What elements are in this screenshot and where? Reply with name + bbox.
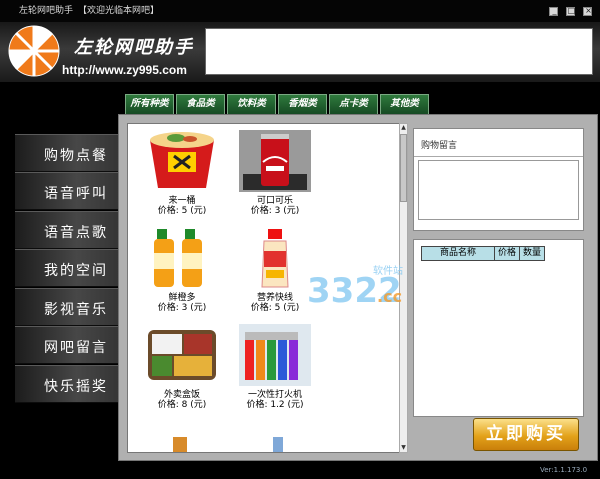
tab-cigarettes[interactable]: 香烟类: [278, 94, 327, 114]
maximize-icon[interactable]: □: [566, 6, 575, 16]
cart-col-qty: 数量: [519, 246, 545, 261]
close-icon[interactable]: ×: [583, 6, 592, 16]
nav-item-song-request[interactable]: 语音点歌: [15, 211, 118, 249]
scroll-down-icon[interactable]: ▼: [400, 444, 407, 452]
logo-icon: [8, 25, 60, 77]
tab-food[interactable]: 食品类: [176, 94, 225, 114]
cart-panel: 商品名称 价格 数量: [413, 239, 584, 417]
scroll-thumb[interactable]: [400, 134, 407, 202]
product-item[interactable]: 外卖盒饭 价格: 8 (元): [139, 324, 229, 422]
product-price: 价格: 1.2 (元): [246, 400, 304, 410]
minimize-icon[interactable]: _: [549, 6, 558, 16]
nav-item-label: 网吧留言: [44, 340, 108, 356]
welcome-text: 【欢迎光临本网吧】: [78, 6, 160, 16]
product-item[interactable]: 来一桶 价格: 5 (元): [139, 130, 229, 228]
message-input[interactable]: [418, 160, 579, 220]
watermark-label: 软件站: [373, 264, 403, 277]
product-item[interactable]: 一次性打火机 价格: 1.2 (元): [232, 324, 322, 422]
lighter-image: [239, 324, 311, 386]
version-label: Ver:1.1.173.0: [540, 466, 588, 474]
watermark-domain: .cc: [377, 287, 402, 306]
nav-item-label: 语音呼叫: [44, 186, 108, 202]
product-item[interactable]: 鲜橙多 价格: 3 (元): [139, 227, 229, 325]
nav-item-label: 购物点餐: [44, 148, 108, 164]
site-url[interactable]: http://www.zy995.com: [62, 63, 187, 77]
tab-other[interactable]: 其他类: [380, 94, 429, 114]
milk-drink-image: [239, 227, 311, 289]
nav-item-my-space[interactable]: 我的空间: [15, 249, 118, 287]
message-header: 购物留言: [414, 129, 583, 157]
nav-item-label: 快乐摇奖: [44, 379, 108, 395]
bento-box-image: [146, 324, 218, 386]
nav-item-label: 影视音乐: [44, 302, 108, 318]
product-price: 价格: 3 (元): [157, 303, 207, 313]
message-label: 购物留言: [421, 141, 458, 151]
product-price: 价格: 3 (元): [250, 206, 300, 216]
product-price: 价格: 8 (元): [157, 400, 207, 410]
left-nav: 购物点餐 语音呼叫 语音点歌 我的空间 影视音乐 网吧留言 快乐摇奖: [0, 82, 118, 479]
tab-game-cards[interactable]: 点卡类: [329, 94, 378, 114]
tab-all[interactable]: 所有种类: [125, 94, 174, 114]
cart-col-name: 商品名称: [421, 246, 495, 261]
title-bar: 左轮网吧助手 【欢迎光临本网吧】 _ □ ×: [0, 0, 600, 22]
nav-item-voice-call[interactable]: 语音呼叫: [15, 172, 118, 210]
header: 左轮网吧助手 http://www.zy995.com: [0, 22, 600, 82]
nav-item-label: 语音点歌: [44, 225, 108, 241]
orange-drink-image: [146, 227, 218, 289]
message-panel: 购物留言: [413, 128, 584, 231]
nav-item-label: 我的空间: [44, 263, 108, 279]
product-item-partial[interactable]: [273, 437, 283, 452]
banner-area: [205, 28, 593, 75]
app-title: 左轮网吧助手: [19, 6, 74, 16]
watermark-logo: 3322 .cc 软件站: [307, 264, 403, 311]
product-item-partial[interactable]: [173, 437, 187, 452]
scroll-up-icon[interactable]: ▲: [400, 124, 407, 132]
noodle-cup-image: [150, 132, 214, 188]
cola-can-image: [239, 130, 311, 192]
nav-item-guestbook[interactable]: 网吧留言: [15, 326, 118, 364]
nav-item-movies-music[interactable]: 影视音乐: [15, 288, 118, 326]
buy-now-button[interactable]: 立即购买: [473, 418, 579, 451]
product-price: 价格: 5 (元): [157, 206, 207, 216]
nav-item-lottery[interactable]: 快乐摇奖: [15, 365, 118, 403]
nav-panel: 购物点餐 语音呼叫 语音点歌 我的空间 影视音乐 网吧留言 快乐摇奖: [15, 134, 118, 406]
product-item[interactable]: 可口可乐 价格: 3 (元): [232, 130, 322, 228]
cart-col-price: 价格: [494, 246, 520, 261]
tab-drinks[interactable]: 饮料类: [227, 94, 276, 114]
brand-title: 左轮网吧助手: [74, 37, 194, 58]
nav-item-shopping[interactable]: 购物点餐: [15, 134, 118, 172]
